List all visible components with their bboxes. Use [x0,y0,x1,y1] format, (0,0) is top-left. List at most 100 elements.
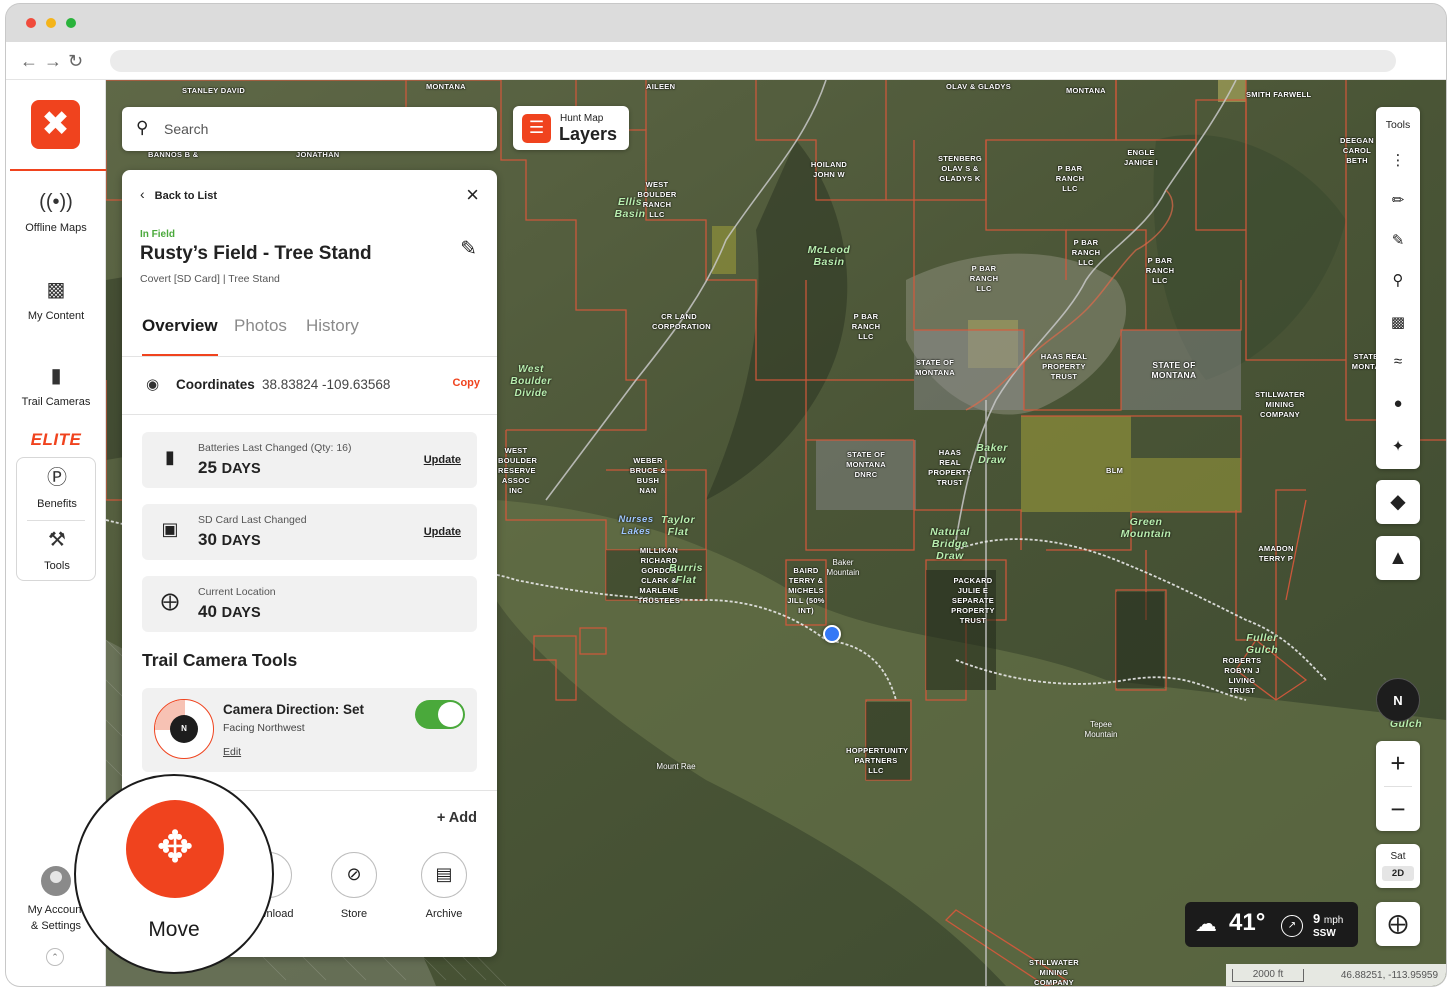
copy-coordinates-button[interactable]: Copy [453,377,481,389]
tools-title: Tools [1385,119,1411,131]
close-panel-button[interactable]: × [466,180,479,210]
layers-button[interactable]: ☰ Hunt Map Layers [513,106,629,150]
map-label-owner: PACKARD JULIE E SEPARATE PROPERTY TRUST [951,576,995,625]
chevron-up-icon[interactable]: ⌃ [46,948,64,966]
terrain-icon[interactable]: ▲ [1376,536,1420,580]
north-compass-button[interactable]: N [1376,678,1420,722]
layers-title: Layers [559,124,618,144]
move-arrows-icon[interactable]: ✥ [126,800,224,898]
current-location-marker[interactable] [823,625,841,643]
map-canvas[interactable]: STANLEY DAVID MONTANA AILEEN OLAV & GLAD… [106,80,1446,986]
mode-2d-label: 2D [1382,866,1414,881]
group-icon[interactable]: ● [1376,395,1420,412]
map-label-owner: MONTANA [1066,86,1106,95]
map-place-name: Taylor Flat [660,514,696,538]
action-label: Store [340,908,368,920]
close-window-button[interactable] [26,18,36,28]
map-label-owner: ROBERTS ROBYN J LIVING TRUST [1222,656,1262,695]
trail-camera-icon[interactable]: ▩ [1376,313,1420,331]
card-number: 40 [198,602,217,621]
wind-speed-unit: mph [1323,915,1344,926]
map-label-owner: AILEEN [646,82,676,91]
map-label-owner: WEST BOULDER RESERVE ASSOC INC [498,446,538,495]
basemap-toggle[interactable]: Sat 2D [1376,844,1420,888]
archive-icon: ▤ [421,852,467,898]
map-label-owner: WEBER BRUCE & BUSH NAN [629,456,667,495]
minimize-window-button[interactable] [46,18,56,28]
trail-camera-icon: ▮ [50,365,62,387]
map-label-owner: STENBERG OLAV S & GLADYS K [938,154,983,183]
camera-direction-card: N Camera Direction: Set Facing Northwest… [142,688,477,772]
toggle-knob [438,702,463,727]
search-input[interactable]: Search [164,121,208,137]
maximize-window-button[interactable] [66,18,76,28]
map-label-owner: AMADON TERRY P [1258,544,1294,563]
map-place-name: Green Mountain [1120,516,1172,540]
zoom-out-button[interactable]: − [1376,787,1420,832]
wind-icon[interactable]: ≈ [1376,353,1420,370]
move-callout: ✥ Move [74,774,274,974]
sidebar-item-label: Trail Cameras [21,396,91,408]
zoom-in-button[interactable]: + [1376,741,1420,786]
weather-widget[interactable]: ☁ 41° ↗ 9 mph SSW [1185,902,1358,947]
tab-photos[interactable]: Photos [234,316,287,336]
sd-card-icon: ▣ [161,519,179,539]
divider [27,520,85,521]
camera-direction-title: Camera Direction: Set [223,702,365,717]
update-sd-card-button[interactable]: Update [424,526,461,538]
camera-direction-toggle[interactable] [415,700,465,729]
map-label-owner: STANLEY DAVID [182,86,246,95]
coordinates-label: Coordinates [176,377,255,392]
map-label-owner: P BAR RANCH LLC [1145,256,1175,285]
back-to-list-button[interactable]: ‹ Back to List [140,186,217,202]
map-label-owner: STATE OF MONTANA DNRC [846,450,886,479]
sidebar-item-tools[interactable]: ⚒ Tools [7,528,107,572]
tab-overview[interactable]: Overview [142,316,218,336]
scale-bar: 2000 ft 46.88251, -113.95959 [1226,964,1446,986]
map-3d-icon[interactable]: ◆ [1376,480,1420,524]
map-label-owner: P BAR RANCH LLC [1071,238,1101,267]
sidebar-item-label: Tools [44,560,70,572]
sidebar-item-offline-maps[interactable]: ((•)) Offline Maps [6,190,106,234]
app-logo[interactable]: ✖ [31,100,80,149]
sidebar-item-label: Benefits [37,498,77,510]
map-label-owner: MONTANA [426,82,466,91]
tab-history[interactable]: History [306,316,359,336]
coordinates-value: 38.83824 -109.63568 [262,377,391,392]
edit-pencil-icon[interactable]: ✎ [460,236,477,261]
map-label-owner: STILLWATER MINING COMPANY [1029,958,1079,986]
reload-icon[interactable]: ↻ [68,51,83,71]
waypoint-icon[interactable]: ⚲ [1376,271,1420,289]
locate-crosshair-icon[interactable]: ⨁ [1376,902,1420,946]
logo-underline [10,169,106,171]
edit-direction-link[interactable]: Edit [223,746,241,758]
chevron-left-icon: ‹ [140,186,145,202]
store-action[interactable]: ⊘ Store [319,852,389,920]
address-bar[interactable] [110,50,1396,72]
satellite-icon[interactable]: ✦ [1376,437,1420,455]
path-icon[interactable]: ⋮ [1376,151,1420,169]
draw-line-icon[interactable]: ✏ [1376,191,1420,209]
draw-shape-icon[interactable]: ✎ [1376,231,1420,249]
map-label-owner: OLAV & GLADYS [946,82,1012,91]
card-unit: DAYS [221,461,261,477]
battery-icon: ▮ [165,447,175,467]
sidebar-item-benefits[interactable]: Ⓟ Benefits [7,466,107,510]
archive-action[interactable]: ▤ Archive [409,852,479,920]
card-unit: DAYS [221,605,261,621]
sidebar-item-my-content[interactable]: ▩ My Content [6,278,106,322]
sidebar-item-trail-cameras[interactable]: ▮ Trail Cameras [6,364,106,408]
card-label: Current Location [198,586,276,598]
map-label-owner: JONATHAN [296,150,340,159]
map-place-name: West Boulder Divide [510,364,552,399]
back-arrow-icon[interactable]: ← [20,51,38,71]
add-button[interactable]: + Add [437,810,477,826]
divider [122,414,497,415]
forward-arrow-icon[interactable]: → [44,51,62,71]
map-label-owner: STATE OF MONTANA [915,358,955,377]
update-batteries-button[interactable]: Update [424,454,461,466]
dollar-icon: Ⓟ [47,467,67,489]
elite-badge: ELITE [30,430,82,449]
search-bar[interactable]: ⚲ Search [122,107,497,151]
map-label-owner: HOPPERTUNITY PARTNERS LLC [846,746,909,775]
